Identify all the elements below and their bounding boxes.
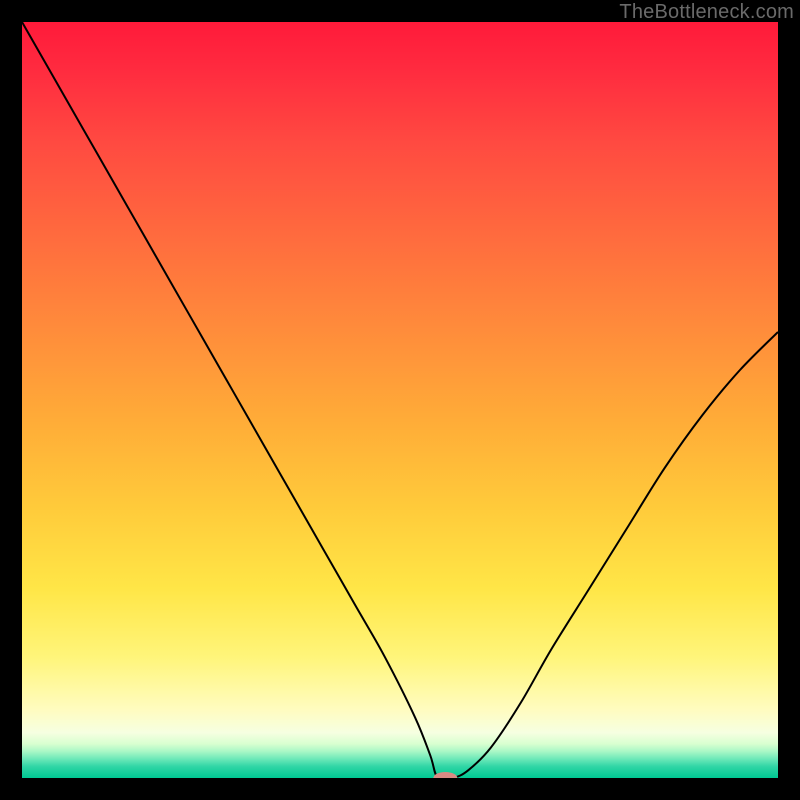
- chart-svg: [22, 22, 778, 778]
- bottleneck-curve: [22, 22, 778, 778]
- plot-area: [22, 22, 778, 778]
- chart-frame: TheBottleneck.com: [0, 0, 800, 800]
- optimal-marker: [433, 772, 457, 778]
- watermark-text: TheBottleneck.com: [619, 1, 794, 24]
